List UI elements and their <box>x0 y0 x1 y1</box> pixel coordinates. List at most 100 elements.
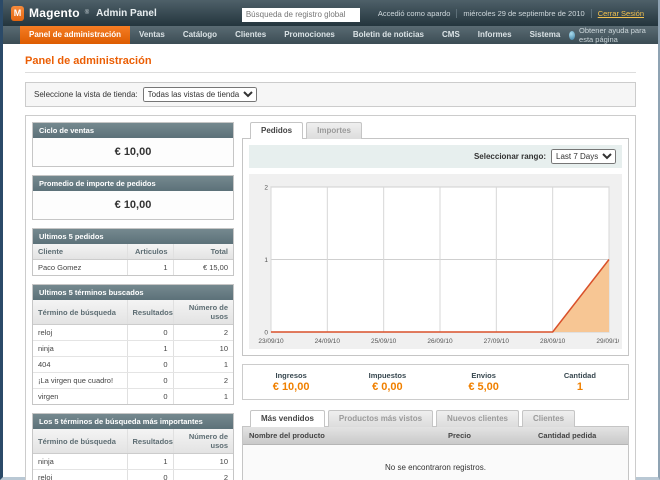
widget-title: Ultimos 5 pedidos <box>33 229 233 244</box>
svg-text:2: 2 <box>264 185 268 192</box>
column-header-resultados: Resultados <box>127 300 173 325</box>
column-header-t-rmino-de-b-squeda: Término de búsqueda <box>33 300 127 325</box>
table-row[interactable]: 40401 <box>33 357 233 373</box>
sales-cycle-value: € 10,00 <box>33 138 233 166</box>
logo-text: Magento <box>29 6 80 20</box>
stats-row: Ingresos€ 10,00Impuestos€ 0,00Envios€ 5,… <box>242 364 629 400</box>
nav-item-promociones[interactable]: Promociones <box>275 26 344 44</box>
last-orders-table: ClienteArticulosTotalPaco Gomez1€ 15,00 <box>33 244 233 275</box>
column-header-n-mero-de-usos: Número de usos <box>173 300 233 325</box>
svg-text:0: 0 <box>264 330 268 337</box>
title-divider <box>25 72 636 73</box>
global-search <box>242 4 360 22</box>
magento-logo-icon: M <box>11 6 24 21</box>
column-header-nombre-del-producto: Nombre del producto <box>243 427 442 445</box>
logout-link[interactable]: Cerrar Sesión <box>598 9 644 18</box>
page-title: Panel de administración <box>25 55 636 67</box>
stat-cantidad: Cantidad1 <box>532 371 628 393</box>
magento-logo[interactable]: M Magento ® Admin Panel <box>11 6 157 21</box>
stat-ingresos: Ingresos€ 10,00 <box>243 371 339 393</box>
nav-item-boletin-de-noticias[interactable]: Boletin de noticias <box>344 26 433 44</box>
column-header-n-mero-de-usos: Número de usos <box>173 429 233 454</box>
range-selector-bar: Seleccionar rango: Last 7 Days <box>249 145 622 168</box>
widget-title: Los 5 términos de búsqueda más important… <box>33 414 233 429</box>
nav-item-clientes[interactable]: Clientes <box>226 26 275 44</box>
help-globe-icon <box>569 31 575 40</box>
last-search-terms-table: Término de búsquedaResultadosNúmero de u… <box>33 300 233 404</box>
nav-item-cms[interactable]: CMS <box>433 26 469 44</box>
svg-text:25/09/10: 25/09/10 <box>371 338 397 345</box>
orders-chart: 0 1 2 23/09/10 24/09/10 25/09/10 26/09/10 27/09… <box>253 179 619 347</box>
table-row[interactable]: reloj02 <box>33 470 233 480</box>
current-date: miércoles 29 de septiembre de 2010 <box>456 9 590 18</box>
column-header-articulos: Articulos <box>127 244 173 260</box>
column-header-t-rmino-de-b-squeda: Término de búsqueda <box>33 429 127 454</box>
column-header-cliente: Cliente <box>33 244 127 260</box>
tab-productos-m-s-vistos[interactable]: Productos más vistos <box>328 410 433 427</box>
table-row[interactable]: virgen01 <box>33 389 233 405</box>
stat-impuestos: Impuestos€ 0,00 <box>339 371 435 393</box>
widget-title: Ultimos 5 términos buscados <box>33 285 233 300</box>
svg-text:23/09/10: 23/09/10 <box>258 338 284 345</box>
help-label: Obtener ayuda para esta página <box>579 26 648 44</box>
sales-cycle-widget: Ciclo de ventas € 10,00 <box>32 122 234 167</box>
dashboard-container: Ciclo de ventas € 10,00 Promedio de impo… <box>25 115 636 480</box>
tab-importes[interactable]: Importes <box>306 122 362 139</box>
svg-text:1: 1 <box>264 257 268 264</box>
svg-text:26/09/10: 26/09/10 <box>427 338 453 345</box>
nav-item-panel-de-administraci-n[interactable]: Panel de administración <box>20 26 130 44</box>
last-search-terms-widget: Ultimos 5 términos buscados Término de b… <box>32 284 234 405</box>
table-row[interactable]: Paco Gomez1€ 15,00 <box>33 260 233 276</box>
table-row[interactable]: reloj02 <box>33 325 233 341</box>
svg-text:28/09/10: 28/09/10 <box>540 338 566 345</box>
tab-m-s-vendidos[interactable]: Más vendidos <box>250 410 325 427</box>
empty-message: No se encontraron registros. <box>243 445 628 480</box>
range-select[interactable]: Last 7 Days <box>551 149 616 164</box>
store-view-switcher: Seleccione la vista de tienda: Todas las… <box>25 82 636 107</box>
widget-title: Promedio de importe de pedidos <box>33 176 233 191</box>
stat-envios: Envios€ 5,00 <box>436 371 532 393</box>
global-search-input[interactable] <box>242 8 360 22</box>
column-header-cantidad-pedida: Cantidad pedida <box>532 427 628 445</box>
last-orders-widget: Ultimos 5 pedidos ClienteArticulosTotalP… <box>32 228 234 276</box>
column-header-precio: Precio <box>442 427 532 445</box>
svg-text:24/09/10: 24/09/10 <box>314 338 340 345</box>
column-header-total: Total <box>173 244 233 260</box>
table-row[interactable]: ninja110 <box>33 454 233 470</box>
nav-item-ventas[interactable]: Ventas <box>130 26 174 44</box>
dashboard-right-column: PedidosImportes Seleccionar rango: Last … <box>242 122 629 480</box>
logged-in-as: Accedió como apardo <box>372 9 457 18</box>
range-label: Seleccionar rango: <box>474 152 546 161</box>
table-row[interactable]: ¡La virgen que cuadro!02 <box>33 373 233 389</box>
chart-area: 0 1 2 23/09/10 24/09/10 25/09/10 26/09/10 27/09… <box>249 174 622 349</box>
main-nav: Panel de administraciónVentasCatálogoCli… <box>3 26 658 44</box>
avg-order-value: € 10,00 <box>33 191 233 219</box>
dashboard-left-column: Ciclo de ventas € 10,00 Promedio de impo… <box>32 122 234 480</box>
chart-tabs: PedidosImportes <box>242 122 629 138</box>
top-search-terms-widget: Los 5 términos de búsqueda más important… <box>32 413 234 480</box>
table-row[interactable]: ninja110 <box>33 341 233 357</box>
nav-items: Panel de administraciónVentasCatálogoCli… <box>20 26 569 44</box>
admin-header: M Magento ® Admin Panel Accedió como apar… <box>3 0 658 26</box>
help-link[interactable]: Obtener ayuda para esta página <box>569 26 648 44</box>
nav-item-cat-logo[interactable]: Catálogo <box>174 26 226 44</box>
svg-text:29/09/10: 29/09/10 <box>596 338 619 345</box>
header-user-info: Accedió como apardo miércoles 29 de sept… <box>372 9 650 18</box>
nav-item-informes[interactable]: Informes <box>469 26 521 44</box>
store-view-label: Seleccione la vista de tienda: <box>34 90 138 99</box>
top-search-terms-table: Término de búsquedaResultadosNúmero de u… <box>33 429 233 480</box>
tab-nuevos-clientes[interactable]: Nuevos clientes <box>436 410 519 427</box>
tab-pedidos[interactable]: Pedidos <box>250 122 303 139</box>
logo-registered-mark: ® <box>85 10 89 16</box>
column-header-resultados: Resultados <box>127 429 173 454</box>
svg-text:27/09/10: 27/09/10 <box>483 338 509 345</box>
logo-suffix: Admin Panel <box>96 8 157 19</box>
nav-item-sistema[interactable]: Sistema <box>521 26 570 44</box>
report-tabs: Más vendidosProductos más vistosNuevos c… <box>242 410 629 426</box>
avg-order-widget: Promedio de importe de pedidos € 10,00 <box>32 175 234 220</box>
products-panel: Nombre del productoPrecioCantidad pedida… <box>242 426 629 480</box>
store-view-select[interactable]: Todas las vistas de tienda <box>143 87 257 102</box>
tab-clientes[interactable]: Clientes <box>522 410 575 427</box>
products-table: Nombre del productoPrecioCantidad pedida… <box>243 427 628 480</box>
widget-title: Ciclo de ventas <box>33 123 233 138</box>
